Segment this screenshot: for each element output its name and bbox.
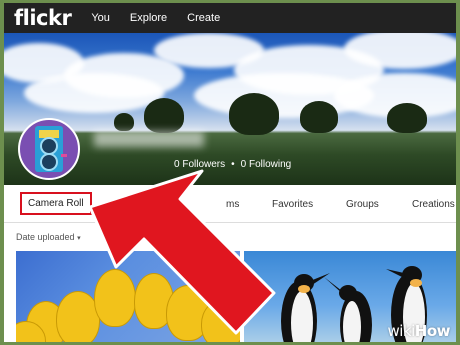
filter-bar-partial-label: P xyxy=(113,232,120,242)
tab-camera-roll[interactable]: Camera Roll xyxy=(20,192,92,215)
date-uploaded-label: Date uploaded xyxy=(16,232,75,242)
profile-tabs: Camera Roll ms Favorites Groups Creation… xyxy=(4,185,456,223)
top-navigation-bar: flickr You Explore Create xyxy=(4,3,456,33)
photo-yellow-tulips[interactable] xyxy=(16,251,240,342)
separator: • xyxy=(231,159,235,170)
flickr-logo[interactable]: flickr xyxy=(14,6,72,30)
wikihow-watermark: wikiHow xyxy=(387,322,450,340)
date-uploaded-dropdown[interactable]: Date uploaded ▾ xyxy=(16,232,81,242)
watermark-wiki: wiki xyxy=(387,322,415,340)
filter-bar: Date uploaded ▾ P xyxy=(4,223,456,249)
nav-you[interactable]: You xyxy=(91,12,110,24)
camera-avatar-icon xyxy=(35,126,67,172)
tab-creations[interactable]: Creations xyxy=(412,199,455,210)
chevron-down-icon: ▾ xyxy=(77,235,81,242)
flickr-profile-screen: flickr You Explore Create 0 Followers • … xyxy=(4,3,456,342)
username-redacted xyxy=(94,131,204,147)
follow-stats: 0 Followers • 0 Following xyxy=(174,159,291,170)
screenshot-frame: flickr You Explore Create 0 Followers • … xyxy=(0,0,460,345)
cover-photo: 0 Followers • 0 Following xyxy=(4,33,456,185)
tab-favorites[interactable]: Favorites xyxy=(272,199,313,210)
watermark-how: How xyxy=(414,322,451,340)
following-count[interactable]: 0 Following xyxy=(241,159,292,170)
avatar[interactable] xyxy=(18,118,80,180)
tab-groups[interactable]: Groups xyxy=(346,199,379,210)
nav-explore[interactable]: Explore xyxy=(130,12,167,24)
nav-create[interactable]: Create xyxy=(187,12,220,24)
tab-albums-partial[interactable]: ms xyxy=(226,199,239,210)
followers-count[interactable]: 0 Followers xyxy=(174,159,225,170)
